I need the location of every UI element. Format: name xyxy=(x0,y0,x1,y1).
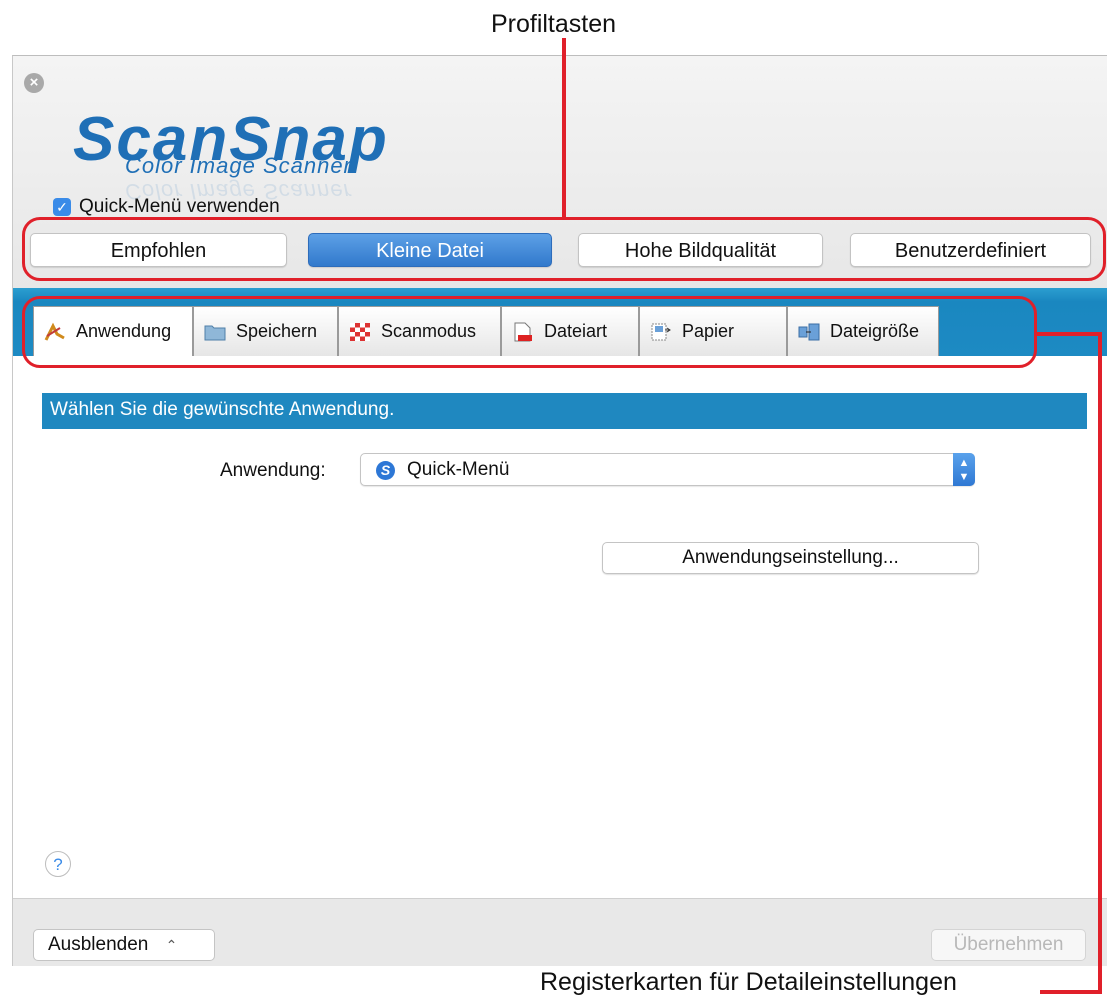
application-select-value: Quick-Menü xyxy=(407,459,510,480)
select-stepper-icon: ▲ ▼ xyxy=(953,453,975,486)
hide-button-label: Ausblenden xyxy=(48,934,149,955)
callout-line-profiles xyxy=(562,38,566,218)
section-header: Wählen Sie die gewünschte Anwendung. xyxy=(42,393,1087,429)
logo-subtitle: Color Image Scanner xyxy=(125,153,352,178)
callout-profile-buttons: Profiltasten xyxy=(490,10,617,38)
callout-line-tabs-v xyxy=(1098,332,1102,994)
hide-button[interactable]: Ausblenden ⌃ xyxy=(33,929,215,961)
help-button[interactable]: ? xyxy=(45,851,71,877)
quick-menu-icon: S xyxy=(376,461,395,480)
callout-line-tabs-h2 xyxy=(1040,990,1102,994)
profile-buttons-highlight xyxy=(22,217,1106,281)
tabs-highlight xyxy=(22,296,1037,368)
chevron-up-icon: ⌃ xyxy=(165,937,178,953)
scansnap-settings-window: × ScanSnap Color Image Scanner Color Ima… xyxy=(12,55,1107,966)
apply-button[interactable]: Übernehmen xyxy=(931,929,1086,961)
close-button[interactable]: × xyxy=(24,73,44,93)
section-title: Wählen Sie die gewünschte Anwendung. xyxy=(50,399,395,420)
application-settings-button[interactable]: Anwendungseinstellung... xyxy=(602,542,979,574)
callout-detail-tabs: Registerkarten für Detaileinstellungen xyxy=(540,968,957,996)
quick-menu-label: Quick-Menü verwenden xyxy=(79,196,280,217)
callout-line-tabs-h1 xyxy=(1036,332,1102,336)
application-select[interactable]: S Quick-Menü ▲ ▼ xyxy=(360,453,975,486)
application-label: Anwendung: xyxy=(220,460,326,481)
quick-menu-checkbox[interactable]: ✓ xyxy=(53,198,71,216)
window-footer: Ausblenden ⌃ Übernehmen xyxy=(13,898,1107,966)
